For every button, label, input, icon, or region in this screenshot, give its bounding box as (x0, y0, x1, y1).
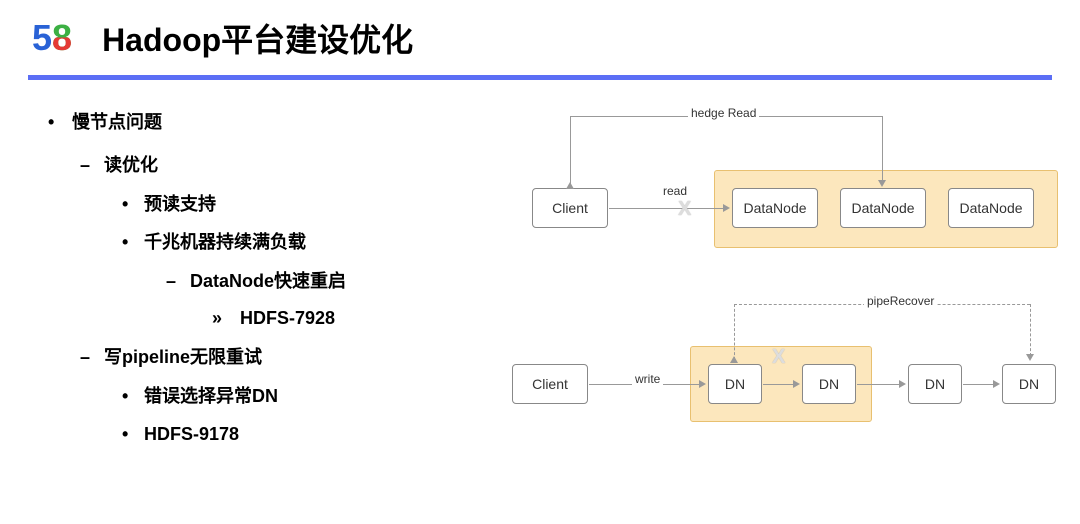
diagrams: Client DataNode DataNode DataNode read X… (468, 108, 1050, 459)
dn1-dn2-head (793, 380, 800, 388)
bullet-write-pipe: –写pipeline无限重试 (80, 343, 468, 372)
x-mark-write: X (772, 346, 785, 369)
bullet-preread: •预读支持 (122, 190, 468, 219)
dn1-dn2-arrow (763, 384, 795, 385)
bullet-hdfs7928: »HDFS-7928 (212, 304, 468, 333)
datanode-box-1: DataNode (732, 188, 818, 228)
datanode-box-2: DataNode (840, 188, 926, 228)
logo-58: 5 8 8 (32, 17, 72, 59)
write-arrow-head (699, 380, 706, 388)
dn2-dn3-arrow (857, 384, 901, 385)
pipe-recover-label: pipeRecover (864, 294, 937, 308)
recover-v1 (734, 304, 735, 360)
diagram-read: Client DataNode DataNode DataNode read X… (502, 100, 1058, 260)
logo-5: 5 (32, 17, 52, 59)
diagram-write: Client DN DN DN DN write X (482, 304, 1078, 434)
logo-8: 8 8 (52, 17, 72, 59)
dn3-dn4-head (993, 380, 1000, 388)
x-mark-read: X (678, 198, 691, 221)
slide-title: Hadoop平台建设优化 (102, 15, 413, 61)
bullet-dn-restart: –DataNode快速重启 (166, 267, 468, 296)
hedge-read-label: hedge Read (688, 106, 759, 120)
bullet-read-opt: –读优化 (80, 151, 468, 180)
bullet-hdfs9178: •HDFS-9178 (122, 420, 468, 449)
content: •慢节点问题 –读优化 •预读支持 •千兆机器持续满负载 –DataNode快速… (0, 80, 1080, 459)
hedge-line-v2 (882, 116, 883, 182)
read-label: read (660, 184, 690, 198)
header: 5 8 8 Hadoop平台建设优化 (0, 0, 1080, 75)
datanode-box-3: DataNode (948, 188, 1034, 228)
read-arrow (609, 208, 725, 209)
client-box: Client (532, 188, 608, 228)
bullet-slow-node: •慢节点问题 (48, 108, 468, 137)
recover-head (1026, 354, 1034, 361)
dn2-dn3-head (899, 380, 906, 388)
read-arrow-head (723, 204, 730, 212)
dn-box-3: DN (908, 364, 962, 404)
hedge-arrow-head (878, 180, 886, 187)
hedge-line-v1 (570, 116, 571, 188)
dn3-dn4-arrow (963, 384, 995, 385)
hedge-tail (566, 182, 574, 189)
recover-v2 (1030, 304, 1031, 356)
dn-box-2: DN (802, 364, 856, 404)
recover-tail (730, 356, 738, 363)
bullet-list: •慢节点问题 –读优化 •预读支持 •千兆机器持续满负载 –DataNode快速… (48, 108, 468, 459)
dn-box-1: DN (708, 364, 762, 404)
dn-box-4: DN (1002, 364, 1056, 404)
bullet-gigabit: •千兆机器持续满负载 (122, 228, 468, 257)
client-box-2: Client (512, 364, 588, 404)
bullet-wrong-dn: •错误选择异常DN (122, 382, 468, 411)
write-label: write (632, 372, 663, 386)
